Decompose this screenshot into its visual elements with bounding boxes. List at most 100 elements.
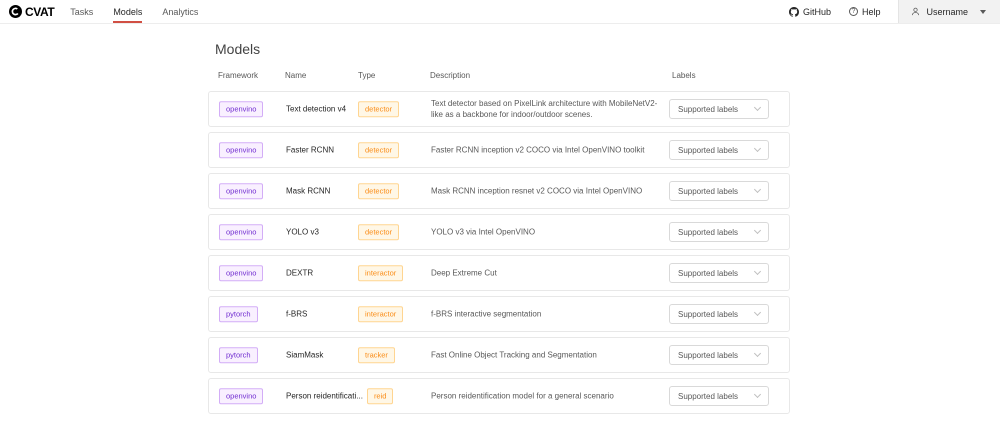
github-icon xyxy=(789,7,799,17)
framework-tag: openvino xyxy=(219,388,263,404)
name-type-group: SiamMask tracker xyxy=(286,347,395,363)
name-type-group: Text detection v4 detector xyxy=(286,101,399,117)
github-link[interactable]: GitHub xyxy=(789,7,831,17)
model-name: Person reidentificati... xyxy=(286,392,367,401)
user-icon xyxy=(911,7,920,16)
help-icon xyxy=(849,7,858,16)
model-row: openvino Faster RCNN detector Faster RCN… xyxy=(208,132,790,168)
table-header: Framework Name Type Description Labels xyxy=(208,71,790,83)
model-name: Mask RCNN xyxy=(286,187,358,196)
select-placeholder: Supported labels xyxy=(678,310,738,319)
cvat-logo-icon xyxy=(9,5,22,18)
type-tag: reid xyxy=(367,388,394,404)
type-tag: tracker xyxy=(358,347,395,363)
logo-text: CVAT xyxy=(25,5,54,19)
model-description: Faster RCNN inception v2 COCO via Intel … xyxy=(431,145,665,156)
model-name: YOLO v3 xyxy=(286,228,358,237)
model-name: SiamMask xyxy=(286,351,358,360)
chevron-down-icon xyxy=(754,391,761,398)
supported-labels-select[interactable]: Supported labels xyxy=(669,345,769,365)
name-type-group: Person reidentificati... reid xyxy=(286,388,393,404)
caret-down-icon xyxy=(980,10,986,14)
nav-tab-analytics[interactable]: Analytics xyxy=(162,0,198,23)
github-label: GitHub xyxy=(803,7,831,17)
type-tag: detector xyxy=(358,224,399,240)
type-tag: detector xyxy=(358,142,399,158)
model-row: openvino YOLO v3 detector YOLO v3 via In… xyxy=(208,214,790,250)
supported-labels-select[interactable]: Supported labels xyxy=(669,263,769,283)
select-placeholder: Supported labels xyxy=(678,269,738,278)
top-header: CVAT Tasks Models Analytics GitHub Help … xyxy=(0,0,1000,24)
model-row: openvino Person reidentificati... reid P… xyxy=(208,378,790,414)
model-description: f-BRS interactive segmentation xyxy=(431,309,665,320)
supported-labels-select[interactable]: Supported labels xyxy=(669,222,769,242)
framework-tag: openvino xyxy=(219,224,263,240)
nav-tab-tasks[interactable]: Tasks xyxy=(70,0,93,23)
supported-labels-select[interactable]: Supported labels xyxy=(669,181,769,201)
type-tag: detector xyxy=(358,183,399,199)
name-type-group: DEXTR interactor xyxy=(286,265,403,281)
model-row: openvino Mask RCNN detector Mask RCNN in… xyxy=(208,173,790,209)
chevron-down-icon xyxy=(754,186,761,193)
framework-tag: openvino xyxy=(219,101,263,117)
cvat-logo[interactable]: CVAT xyxy=(9,5,54,19)
model-name: Text detection v4 xyxy=(286,105,358,114)
column-header-type: Type xyxy=(358,71,375,80)
nav-tab-models[interactable]: Models xyxy=(113,0,142,23)
chevron-down-icon xyxy=(754,268,761,275)
model-description: Deep Extreme Cut xyxy=(431,268,665,279)
column-header-labels: Labels xyxy=(672,71,696,80)
column-header-framework: Framework xyxy=(218,71,258,80)
chevron-down-icon xyxy=(754,350,761,357)
model-name: f-BRS xyxy=(286,310,358,319)
chevron-down-icon xyxy=(754,104,761,111)
type-tag: detector xyxy=(358,101,399,117)
supported-labels-select[interactable]: Supported labels xyxy=(669,140,769,160)
model-description: Mask RCNN inception resnet v2 COCO via I… xyxy=(431,186,665,197)
name-type-group: Faster RCNN detector xyxy=(286,142,399,158)
select-placeholder: Supported labels xyxy=(678,146,738,155)
model-row: openvino Text detection v4 detector Text… xyxy=(208,91,790,127)
name-type-group: YOLO v3 detector xyxy=(286,224,399,240)
page-title: Models xyxy=(215,41,790,57)
select-placeholder: Supported labels xyxy=(678,105,738,114)
user-menu[interactable]: Username xyxy=(898,0,1000,23)
chevron-down-icon xyxy=(754,227,761,234)
select-placeholder: Supported labels xyxy=(678,228,738,237)
select-placeholder: Supported labels xyxy=(678,392,738,401)
header-right: GitHub Help Username xyxy=(789,0,1000,23)
column-header-description: Description xyxy=(430,71,470,80)
framework-tag: pytorch xyxy=(219,347,258,363)
type-tag: interactor xyxy=(358,265,403,281)
chevron-down-icon xyxy=(754,145,761,152)
supported-labels-select[interactable]: Supported labels xyxy=(669,386,769,406)
model-description: Text detector based on PixelLink archite… xyxy=(431,98,665,120)
model-name: DEXTR xyxy=(286,269,358,278)
main-nav: Tasks Models Analytics xyxy=(70,0,198,23)
framework-tag: openvino xyxy=(219,265,263,281)
framework-tag: openvino xyxy=(219,142,263,158)
chevron-down-icon xyxy=(754,309,761,316)
help-label: Help xyxy=(862,7,881,17)
name-type-group: f-BRS interactor xyxy=(286,306,403,322)
help-link[interactable]: Help xyxy=(849,7,881,17)
username-label: Username xyxy=(926,7,968,17)
models-list: openvino Text detection v4 detector Text… xyxy=(208,91,790,414)
framework-tag: openvino xyxy=(219,183,263,199)
framework-tag: pytorch xyxy=(219,306,258,322)
select-placeholder: Supported labels xyxy=(678,351,738,360)
model-row: pytorch f-BRS interactor f-BRS interacti… xyxy=(208,296,790,332)
supported-labels-select[interactable]: Supported labels xyxy=(669,304,769,324)
type-tag: interactor xyxy=(358,306,403,322)
model-description: Person reidentification model for a gene… xyxy=(431,391,665,402)
column-header-name: Name xyxy=(285,71,306,80)
name-type-group: Mask RCNN detector xyxy=(286,183,399,199)
model-row: pytorch SiamMask tracker Fast Online Obj… xyxy=(208,337,790,373)
supported-labels-select[interactable]: Supported labels xyxy=(669,99,769,119)
select-placeholder: Supported labels xyxy=(678,187,738,196)
model-description: YOLO v3 via Intel OpenVINO xyxy=(431,227,665,238)
model-row: openvino DEXTR interactor Deep Extreme C… xyxy=(208,255,790,291)
model-description: Fast Online Object Tracking and Segmenta… xyxy=(431,350,665,361)
models-page: Models Framework Name Type Description L… xyxy=(208,41,790,414)
model-name: Faster RCNN xyxy=(286,146,358,155)
